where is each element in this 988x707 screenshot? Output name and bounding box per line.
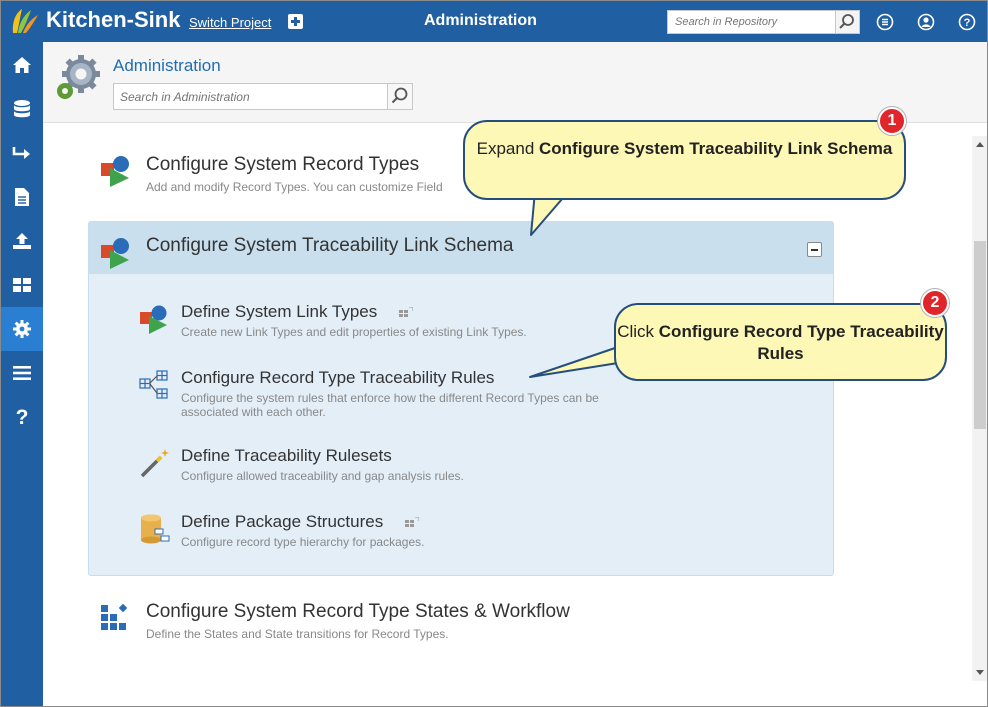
help-icon[interactable]: ? bbox=[958, 13, 976, 31]
repository-search-button[interactable] bbox=[835, 11, 859, 33]
configure-traceability-rules-link[interactable]: Configure Record Type Traceability Rules bbox=[181, 368, 494, 388]
scroll-thumb[interactable] bbox=[974, 241, 986, 429]
menu-icon bbox=[13, 366, 31, 380]
administration-search-input[interactable] bbox=[114, 84, 388, 109]
database-icon bbox=[14, 100, 30, 118]
upload-icon bbox=[13, 233, 31, 249]
user-icon[interactable] bbox=[917, 13, 935, 31]
callout-2-bold: Configure Record Type Traceability Rules bbox=[658, 322, 944, 363]
scroll-up-arrow-icon[interactable] bbox=[976, 142, 984, 147]
define-rulesets-description: Configure allowed traceability and gap a… bbox=[181, 469, 464, 483]
define-package-structures-description: Configure record type hierarchy for pack… bbox=[181, 535, 425, 549]
callout-2-pointer bbox=[529, 345, 624, 378]
configure-traceability-rules-description: Configure the system rules that enforce … bbox=[181, 391, 599, 419]
nav-help[interactable]: ? bbox=[1, 395, 43, 439]
scroll-down-arrow-icon[interactable] bbox=[976, 670, 984, 675]
traceability-schema-icon bbox=[101, 238, 129, 269]
list-icon[interactable] bbox=[876, 13, 894, 31]
open-grid-icon[interactable] bbox=[399, 307, 413, 319]
step-badge-2: 2 bbox=[921, 289, 949, 317]
callout-click: Click Configure Record Type Traceability… bbox=[614, 303, 947, 381]
traceability-rules-icon bbox=[139, 370, 168, 399]
app-name: Kitchen-Sink bbox=[46, 7, 181, 32]
section-workflow-title[interactable]: Configure System Record Type States & Wo… bbox=[146, 601, 570, 623]
top-section-title: Administration bbox=[424, 12, 537, 29]
package-structure-icon bbox=[141, 514, 170, 544]
workflow-icon bbox=[101, 603, 128, 630]
top-bar: Kitchen-Sink Switch Project Administrati… bbox=[1, 1, 987, 42]
magic-wand-icon bbox=[140, 449, 169, 478]
app-window: Kitchen-Sink Switch Project Administrati… bbox=[0, 0, 988, 707]
administration-search bbox=[113, 83, 413, 110]
nav-dashboard[interactable] bbox=[1, 263, 43, 307]
plus-icon[interactable] bbox=[288, 14, 303, 29]
callout-2-prefix: Click bbox=[617, 322, 659, 341]
record-types-icon bbox=[101, 156, 129, 187]
admin-gears-icon bbox=[57, 55, 100, 99]
gear-icon bbox=[13, 320, 31, 338]
page-title: Administration bbox=[113, 56, 221, 75]
content-scrollbar[interactable] bbox=[972, 136, 987, 681]
define-link-types-description: Create new Link Types and edit propertie… bbox=[181, 325, 527, 339]
home-icon bbox=[13, 57, 31, 73]
switch-project-link[interactable]: Switch Project bbox=[189, 15, 271, 30]
left-nav: ? bbox=[1, 42, 43, 706]
nav-administration[interactable] bbox=[1, 307, 43, 351]
search-icon bbox=[391, 87, 408, 104]
svg-text:?: ? bbox=[16, 406, 29, 428]
callout-1-bold: Configure System Traceability Link Schem… bbox=[539, 139, 893, 158]
section-record-types-description: Add and modify Record Types. You can cus… bbox=[146, 180, 443, 194]
callout-1-prefix: Expand bbox=[476, 139, 540, 158]
repository-search-input[interactable] bbox=[668, 11, 836, 33]
nav-trace[interactable] bbox=[1, 131, 43, 175]
define-package-structures-link[interactable]: Define Package Structures bbox=[181, 512, 383, 532]
repository-search bbox=[667, 10, 860, 34]
link-types-icon bbox=[140, 305, 167, 334]
page-header: Administration bbox=[43, 42, 987, 123]
section-workflow-description: Define the States and State transitions … bbox=[146, 627, 449, 641]
question-icon: ? bbox=[16, 406, 29, 428]
nav-database[interactable] bbox=[1, 87, 43, 131]
collapse-icon[interactable] bbox=[807, 242, 822, 257]
dashboard-icon bbox=[13, 278, 31, 292]
nav-upload[interactable] bbox=[1, 219, 43, 263]
step-badge-1: 1 bbox=[878, 107, 906, 135]
section-traceability-title[interactable]: Configure System Traceability Link Schem… bbox=[146, 235, 514, 257]
nav-documents[interactable] bbox=[1, 175, 43, 219]
callout-expand: Expand Configure System Traceability Lin… bbox=[463, 120, 906, 200]
open-grid-icon[interactable] bbox=[405, 517, 419, 529]
document-icon bbox=[15, 188, 29, 206]
arrow-icon bbox=[12, 147, 30, 159]
nav-menu[interactable] bbox=[1, 351, 43, 395]
kitchen-sink-logo-icon bbox=[12, 9, 38, 33]
svg-text:?: ? bbox=[964, 17, 971, 29]
administration-search-button[interactable] bbox=[387, 84, 412, 109]
section-record-types-title[interactable]: Configure System Record Types bbox=[146, 154, 419, 176]
nav-home[interactable] bbox=[1, 43, 43, 87]
search-icon bbox=[839, 14, 854, 29]
define-rulesets-link[interactable]: Define Traceability Rulesets bbox=[181, 446, 392, 466]
define-link-types-link[interactable]: Define System Link Types bbox=[181, 302, 377, 322]
